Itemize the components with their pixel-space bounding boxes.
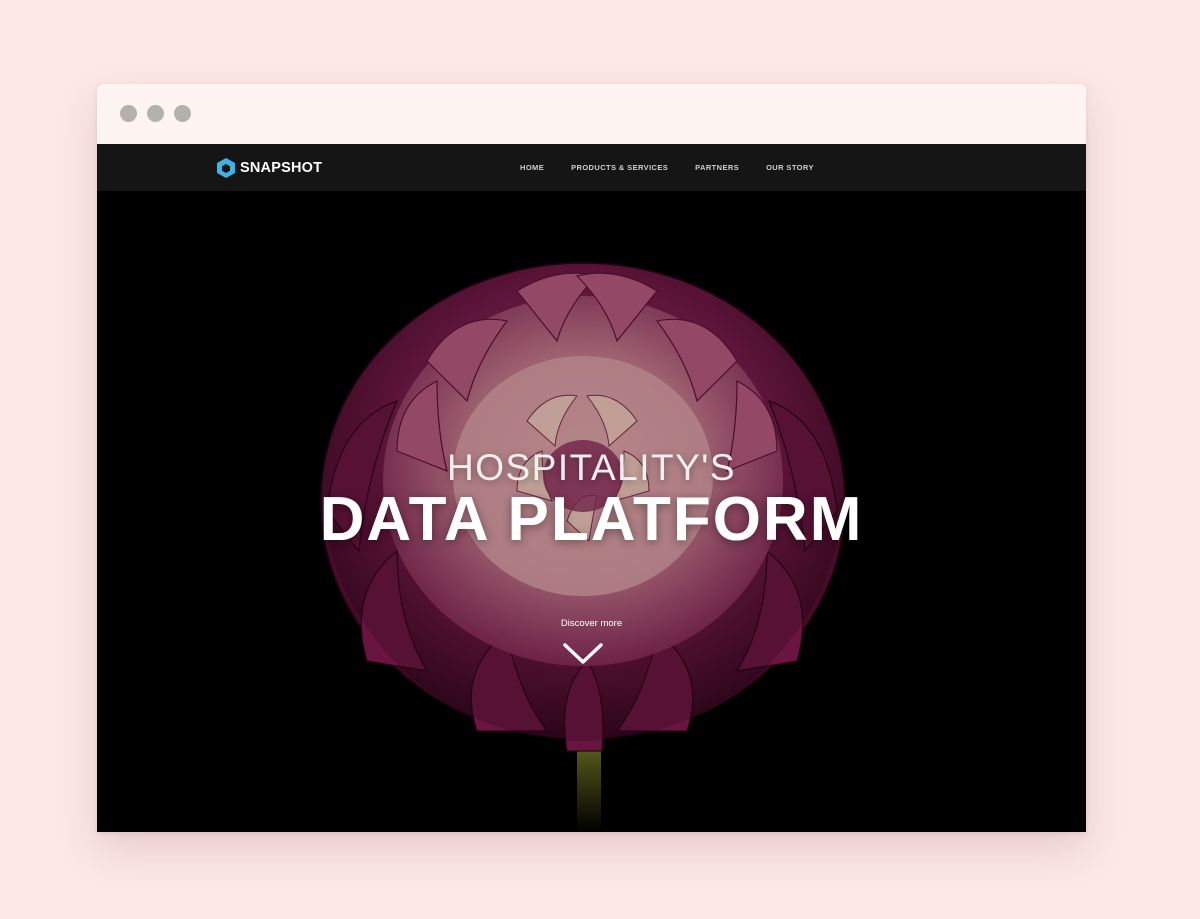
window-maximize-dot[interactable] (174, 105, 191, 122)
brand-logo[interactable]: SNAPSHOT (216, 157, 322, 179)
nav-products-services[interactable]: PRODUCTS & SERVICES (571, 163, 668, 172)
nav-partners[interactable]: PARTNERS (695, 163, 739, 172)
browser-window: SNAPSHOT HOME PRODUCTS & SERVICES PARTNE… (97, 84, 1086, 832)
top-navbar: SNAPSHOT HOME PRODUCTS & SERVICES PARTNE… (97, 144, 1086, 191)
page-viewport: SNAPSHOT HOME PRODUCTS & SERVICES PARTNE… (97, 144, 1086, 832)
window-minimize-dot[interactable] (147, 105, 164, 122)
hero-section: HOSPITALITY'S DATA PLATFORM Discover mor… (97, 191, 1086, 832)
nav-our-story[interactable]: OUR STORY (766, 163, 814, 172)
nav-home[interactable]: HOME (520, 163, 544, 172)
browser-chrome (97, 84, 1086, 144)
hero-headline-line2: DATA PLATFORM (319, 485, 864, 554)
brand-name: SNAPSHOT (240, 160, 323, 176)
hero-headline-line1: HOSPITALITY'S (446, 447, 737, 488)
chevron-down-icon[interactable] (562, 642, 604, 666)
discover-more-link[interactable]: Discover more (97, 618, 1086, 629)
main-nav: HOME PRODUCTS & SERVICES PARTNERS OUR ST… (520, 144, 841, 191)
window-close-dot[interactable] (120, 105, 137, 122)
hexagon-logo-icon (217, 158, 235, 178)
